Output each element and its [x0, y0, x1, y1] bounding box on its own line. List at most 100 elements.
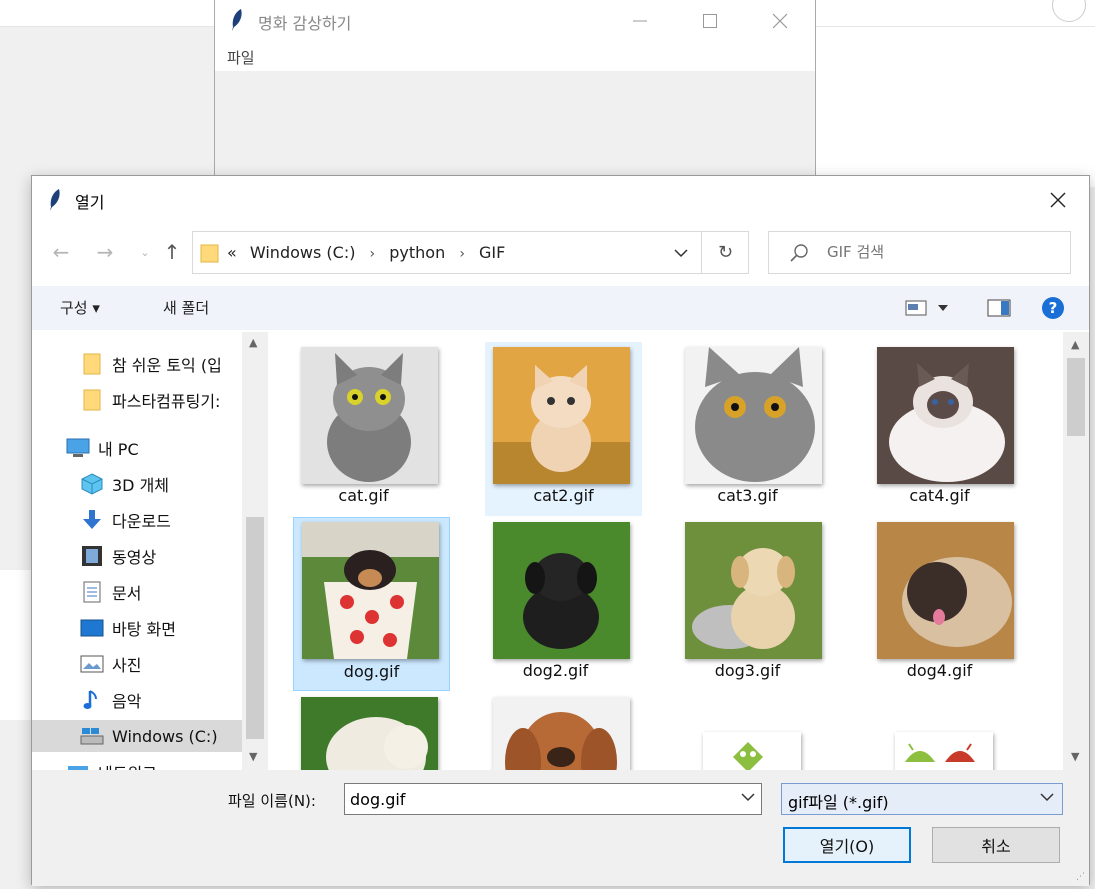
maximize-icon — [703, 13, 717, 28]
help-button[interactable]: ? — [1041, 296, 1065, 320]
chevron-up-icon[interactable]: ▲ — [1071, 338, 1079, 351]
chevron-down-icon[interactable]: ▼ — [249, 750, 257, 763]
file-name: dog.gif — [343, 662, 400, 681]
nav-item-this-pc[interactable]: 내 PC — [66, 432, 139, 464]
file-item-selected[interactable]: dog.gif — [293, 517, 450, 691]
refresh-button[interactable]: ↻ — [701, 232, 749, 273]
back-button[interactable]: ← — [46, 234, 76, 270]
nav-item-label: 참 쉬운 토익 (입 — [112, 356, 222, 375]
cat-image — [301, 347, 438, 484]
address-bar[interactable]: « Windows (C:) › python › GIF ↻ — [192, 231, 749, 274]
navigation-scrollbar[interactable]: ▲ ▼ — [242, 332, 268, 770]
file-item[interactable] — [861, 692, 1018, 770]
breadcrumb-overflow[interactable]: « — [227, 243, 237, 262]
organize-button[interactable]: 구성 ▾ — [60, 297, 100, 318]
file-item[interactable]: dog4.gif — [861, 517, 1018, 691]
file-item[interactable]: cat2.gif — [485, 342, 642, 516]
nav-item-network[interactable]: 네트워크 — [66, 756, 157, 770]
dialog-close-button[interactable] — [1033, 180, 1083, 220]
arrow-left-icon: ← — [52, 240, 70, 264]
file-item[interactable]: dog3.gif — [669, 517, 826, 691]
search-input[interactable] — [827, 241, 1057, 263]
folder-icon — [200, 243, 220, 267]
breadcrumb-item[interactable]: GIF — [479, 243, 505, 262]
nav-item-desktop[interactable]: 바탕 화면 — [80, 612, 176, 644]
file-item[interactable] — [285, 692, 442, 770]
scrollbar-thumb[interactable] — [246, 517, 264, 739]
spaniel-image — [493, 697, 630, 770]
background-panel — [0, 570, 32, 720]
main-window-title: 명화 감상하기 — [258, 14, 352, 33]
pc-icon — [66, 437, 90, 459]
breadcrumb-separator-icon[interactable]: › — [459, 246, 465, 262]
breadcrumb-item[interactable]: python — [389, 243, 445, 262]
nav-item-downloads[interactable]: 다운로드 — [80, 504, 171, 536]
chevron-down-icon[interactable]: ▼ — [1071, 750, 1079, 763]
file-item[interactable] — [669, 692, 826, 770]
command-bar: 구성 ▾ 새 폴더 ? — [32, 286, 1089, 330]
drive-icon — [80, 725, 104, 747]
dialog-title-bar: 열기 — [32, 176, 1089, 222]
file-item[interactable]: cat3.gif — [669, 342, 826, 516]
puppy-image — [685, 522, 822, 659]
pug-image — [877, 522, 1014, 659]
nav-item-label: 음악 — [112, 692, 142, 711]
music-icon — [80, 689, 104, 711]
nav-item-videos[interactable]: 동영상 — [80, 540, 156, 572]
scrollbar-thumb[interactable] — [1067, 358, 1085, 436]
nav-item-music[interactable]: 음악 — [80, 684, 141, 716]
file-item[interactable]: dog2.gif — [477, 517, 634, 691]
new-folder-button[interactable]: 새 폴더 — [163, 297, 209, 318]
up-button[interactable]: ↑ — [157, 234, 187, 270]
file-item[interactable]: cat4.gif — [861, 342, 1018, 516]
resize-grip-icon[interactable]: ⋰ — [1076, 872, 1085, 882]
filetype-select[interactable]: gif파일 (*.gif) — [781, 783, 1063, 815]
refresh-icon: ↻ — [717, 242, 734, 263]
nav-item-label: 3D 개체 — [112, 476, 170, 495]
maximize-button[interactable] — [675, 0, 745, 41]
kitten-image — [493, 347, 630, 484]
minimize-button[interactable] — [605, 0, 675, 41]
search-box[interactable] — [768, 231, 1071, 274]
preview-pane-button[interactable] — [987, 296, 1011, 320]
cat-image — [877, 347, 1014, 484]
image-thumbnail — [895, 732, 993, 770]
cancel-button[interactable]: 취소 — [932, 827, 1060, 863]
image-thumbnail — [301, 347, 438, 484]
file-name: cat4.gif — [909, 486, 970, 505]
file-name: dog3.gif — [714, 661, 781, 680]
filename-field[interactable] — [350, 788, 730, 810]
puppy-image — [302, 522, 439, 659]
nav-item-label: 문서 — [112, 584, 142, 603]
chevron-up-icon[interactable]: ▲ — [249, 336, 257, 349]
file-item[interactable]: cat.gif — [285, 342, 442, 516]
file-list: cat.gif cat2.gif cat3.gif cat4.gif dog.g… — [268, 332, 1063, 770]
feather-icon — [230, 8, 244, 36]
image-thumbnail — [301, 697, 438, 770]
filename-combobox[interactable] — [344, 783, 762, 815]
breadcrumb-item[interactable]: Windows (C:) — [250, 243, 356, 262]
breadcrumb-separator-icon[interactable]: › — [370, 246, 376, 262]
nav-item-folder[interactable]: 참 쉬운 토익 (입 — [80, 348, 222, 380]
arrow-up-icon: ↑ — [163, 240, 181, 264]
file-item[interactable] — [477, 692, 634, 770]
nav-item-pictures[interactable]: 사진 — [80, 648, 141, 680]
chevron-down-icon[interactable] — [741, 792, 755, 802]
address-dropdown-button[interactable] — [661, 232, 701, 273]
view-options-button[interactable] — [905, 296, 949, 320]
nav-item-label: Windows (C:) — [112, 726, 218, 746]
main-close-button[interactable] — [745, 0, 815, 41]
desktop-icon — [80, 617, 104, 639]
preview-pane-icon — [987, 299, 1011, 317]
folder-icon — [80, 389, 104, 411]
nav-item-windows-drive[interactable]: Windows (C:) — [32, 720, 268, 752]
nav-item-documents[interactable]: 문서 — [80, 576, 141, 608]
nav-item-folder[interactable]: 파스타컴퓨팅기: — [80, 384, 220, 416]
nav-item-3d-objects[interactable]: 3D 개체 — [80, 468, 169, 500]
open-button[interactable]: 열기(O) — [783, 827, 911, 863]
file-list-scrollbar[interactable]: ▲ ▼ — [1063, 332, 1089, 770]
puppy-image — [493, 522, 630, 659]
menu-file[interactable]: 파일 — [227, 47, 255, 68]
recent-locations-button[interactable]: ⌄ — [130, 234, 160, 270]
forward-button[interactable]: → — [90, 234, 120, 270]
